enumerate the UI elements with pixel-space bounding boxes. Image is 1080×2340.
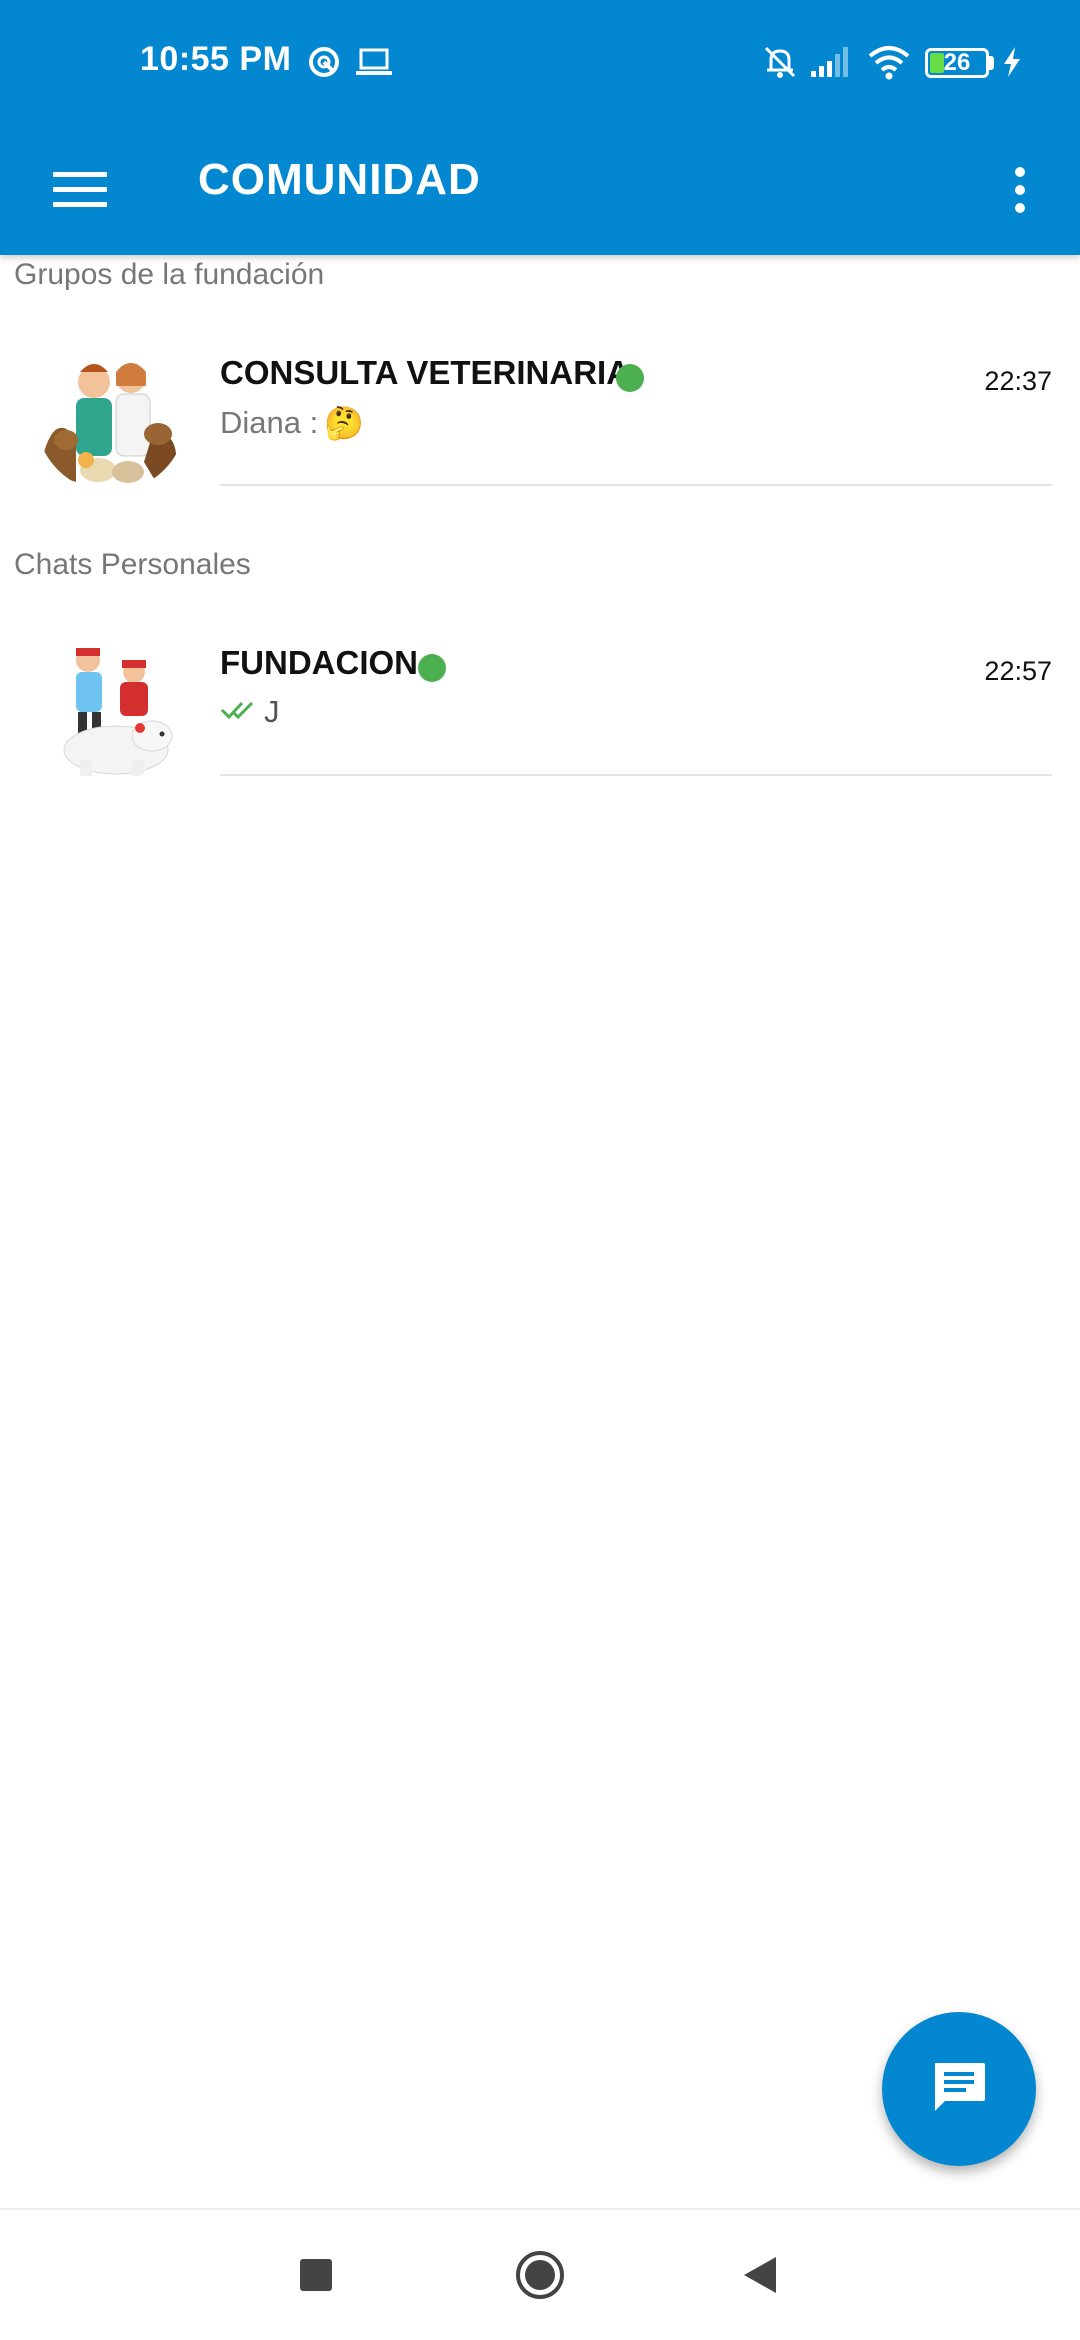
battery-icon: 26 bbox=[925, 48, 989, 78]
top-bar: 10:55 PM 26 COMUNIDAD bbox=[0, 0, 1080, 255]
double-check-icon bbox=[220, 694, 258, 730]
home-button[interactable] bbox=[500, 2240, 580, 2310]
signal-icon bbox=[808, 42, 854, 82]
chat-name: FUNDACION bbox=[220, 644, 418, 681]
chat-time: 22:37 bbox=[984, 366, 1052, 396]
charging-icon bbox=[1000, 42, 1024, 82]
chat-row-consulta-veterinaria[interactable]: CONSULTA VETERINARIA 22:37 Diana : 🤔 bbox=[0, 342, 1080, 512]
preview-text: J bbox=[264, 694, 280, 729]
mute-bell-icon bbox=[760, 42, 800, 82]
do-not-disturb-icon bbox=[306, 42, 342, 82]
avatar bbox=[36, 632, 186, 782]
avatar bbox=[36, 342, 186, 492]
online-status-dot bbox=[418, 654, 446, 682]
new-message-button[interactable] bbox=[882, 2012, 1036, 2166]
laptop-icon bbox=[354, 42, 394, 82]
divider bbox=[220, 774, 1052, 776]
chat-preview: J bbox=[220, 694, 280, 730]
chat-name: CONSULTA VETERINARIA bbox=[220, 354, 631, 391]
chat-time: 22:57 bbox=[984, 656, 1052, 686]
hamburger-menu-icon[interactable] bbox=[40, 150, 120, 230]
app-bar: COMUNIDAD bbox=[0, 125, 1080, 255]
wifi-icon bbox=[866, 42, 912, 82]
navigation-bar bbox=[0, 2208, 1080, 2340]
status-time: 10:55 PM bbox=[140, 40, 292, 78]
page-title: COMUNIDAD bbox=[198, 155, 481, 204]
preview-sender: Diana : bbox=[220, 405, 319, 440]
chat-preview: Diana : 🤔 bbox=[220, 404, 364, 442]
thinking-emoji-icon: 🤔 bbox=[324, 405, 365, 441]
new-message-icon bbox=[929, 2057, 989, 2122]
battery-level: 26 bbox=[943, 49, 971, 76]
status-bar: 10:55 PM 26 bbox=[0, 0, 1080, 125]
divider bbox=[220, 484, 1052, 486]
section-header-personal: Chats Personales bbox=[14, 548, 251, 581]
chat-row-fundacion[interactable]: FUNDACION 22:57 J bbox=[0, 632, 1080, 802]
more-vertical-icon[interactable] bbox=[990, 150, 1050, 230]
section-header-groups: Grupos de la fundación bbox=[14, 258, 325, 291]
back-button[interactable] bbox=[720, 2240, 800, 2310]
online-status-dot bbox=[616, 364, 644, 392]
recent-apps-button[interactable] bbox=[276, 2240, 356, 2310]
